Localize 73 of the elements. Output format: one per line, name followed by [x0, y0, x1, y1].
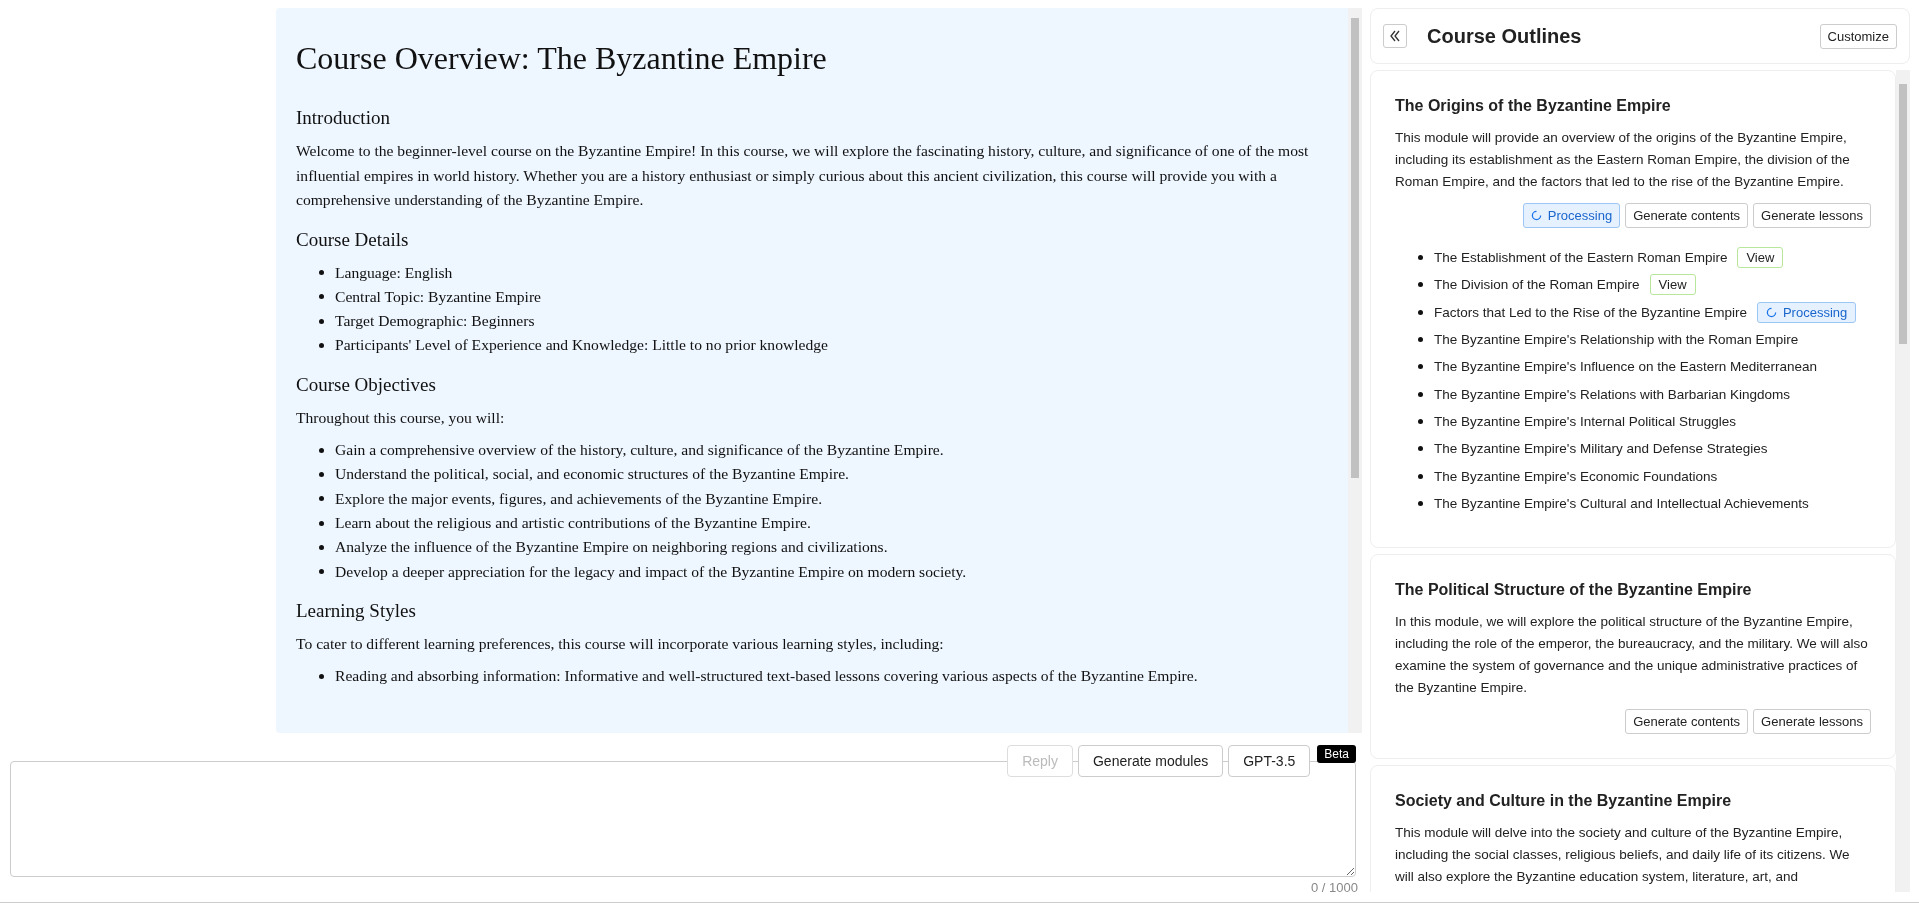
lesson-title: The Byzantine Empire's Internal Political Struggles	[1434, 413, 1736, 429]
paragraph: To cater to different learning preferences, this course will incorporate various learning styles, including:	[296, 633, 945, 654]
bullet-icon	[1418, 418, 1423, 424]
paragraph: Throughout this course, you will:	[296, 407, 506, 428]
generate-button[interactable]: Generate lessons	[1753, 708, 1871, 734]
view-button[interactable]: View	[1649, 274, 1696, 296]
list-item: Learn about the religious and artistic contributions of the Byzantine Empire.	[335, 513, 811, 534]
bullet-icon	[319, 343, 324, 349]
bullet-icon	[319, 569, 324, 575]
panel-title: Course Outlines	[1427, 24, 1583, 48]
bullet-icon	[1418, 364, 1423, 370]
bullet-icon	[319, 270, 324, 276]
bullet-icon	[1418, 446, 1423, 452]
lesson-title: Factors that Led to the Rise of the Byzantine Empire	[1434, 304, 1747, 320]
list-item: Central Topic: Byzantine Empire	[335, 286, 542, 307]
generate-button[interactable]: Generate contents	[1625, 708, 1749, 734]
list-item: Analyze the influence of the Byzantine Empire on neighboring regions and civilizations.	[335, 537, 888, 558]
paragraph: Welcome to the beginner-level course on the Byzantine Empire! In this course, we will explore the fascinating history, culture, and significance of one of the most influential empires in world history. Whether you are a history enthusiast or simply curious about this ancient civilization, this course will provide you with a comprehensive understanding of the Byzantine Empire.	[296, 141, 1310, 210]
spinner-icon	[1765, 306, 1777, 318]
section-heading: Introduction	[296, 107, 391, 129]
list-item: Understand the political, social, and economic structures of the Byzantine Empire.	[335, 464, 849, 485]
list-item: Explore the major events, figures, and achievements of the Byzantine Empire.	[335, 488, 823, 509]
bullet-icon	[319, 520, 324, 526]
module-title: The Political Structure of the Byzantine Empire	[1395, 580, 1753, 599]
lesson-title: The Byzantine Empire's Relations with Barbarian Kingdoms	[1434, 386, 1790, 402]
processing-button[interactable]: Processing	[1756, 301, 1857, 323]
generate-button[interactable]: Generate contents	[1625, 203, 1749, 228]
list-item: Develop a deeper appreciation for the legacy and impact of the Byzantine Empire on modern society.	[335, 561, 967, 582]
bullet-icon	[319, 472, 324, 478]
bullet-icon	[319, 447, 324, 453]
bullet-icon	[319, 318, 324, 324]
bullet-icon	[1418, 391, 1423, 397]
module-description: This module will delve into the society and culture of the Byzantine Empire, including the social classes, religious beliefs, and daily life of its citizens. We will also explore the Byzantine education system, literature, art, and	[1395, 823, 1851, 886]
section-heading: Course Details	[296, 228, 410, 251]
list-item: Language: English	[335, 262, 453, 283]
list-item: Reading and absorbing information: Informative and well-structured text-based lessons covering various aspects of the Byzantine Empire.	[335, 666, 1198, 687]
lesson-title: The Byzantine Empire's Economic Foundations	[1434, 468, 1718, 484]
lesson-title: The Byzantine Empire's Relationship with the Roman Empire	[1434, 332, 1799, 348]
section-heading: Course Objectives	[296, 373, 437, 396]
bullet-icon	[319, 545, 324, 550]
processing-button[interactable]: Processing	[1522, 203, 1621, 228]
module-description: In this module, we will explore the political structure of the Byzantine Empire, including the role of the emperor, the bureaucracy, and the military. We will also examine the system of governance and the unique administrative practices of the Byzantine Empire.	[1395, 612, 1869, 697]
generate-button[interactable]: Generate lessons	[1753, 203, 1871, 228]
scrollbar[interactable]	[1896, 70, 1910, 892]
list-item: Participants' Level of Experience and Knowledge: Little to no prior knowledge	[335, 335, 828, 356]
list-item: Gain a comprehensive overview of the history, culture, and significance of the Byzantine Empire.	[335, 440, 944, 461]
bullet-icon	[1418, 309, 1423, 315]
module-title: Society and Culture in the Byzantine Empire	[1395, 791, 1733, 810]
bullet-icon	[319, 294, 324, 300]
lesson-title: The Byzantine Empire's Cultural and Intellectual Achievements	[1434, 495, 1809, 511]
scrollbar[interactable]	[1348, 8, 1362, 733]
collapse-button[interactable]	[1383, 24, 1407, 48]
lesson-title: The Byzantine Empire's Military and Defense Strategies	[1434, 441, 1768, 457]
document-title: Course Overview: The Byzantine Empire	[296, 40, 828, 77]
character-counter: 0 / 1000	[1310, 880, 1358, 895]
view-button[interactable]: View	[1737, 247, 1784, 269]
lesson-title: The Byzantine Empire's Influence on the Eastern Mediterranean	[1434, 359, 1818, 375]
lesson-title: The Establishment of the Eastern Roman Empire	[1434, 250, 1728, 266]
bullet-icon	[1418, 500, 1423, 506]
spinner-icon	[1530, 210, 1542, 221]
bullet-icon	[1418, 473, 1423, 479]
customize-button[interactable]: Customize	[1819, 23, 1897, 49]
module-title: The Origins of the Byzantine Empire	[1395, 97, 1672, 115]
module-description: This module will provide an overview of the origins of the Byzantine Empire, including its establishment as the Eastern Roman Empire, the division of the Roman Empire, and the factors that led to the rise of the Byzantine Empire.	[1395, 129, 1851, 191]
bullet-icon	[1418, 255, 1423, 261]
bullet-icon	[319, 674, 324, 680]
list-item: Target Demographic: Beginners	[335, 311, 535, 332]
bullet-icon	[319, 496, 324, 502]
bullet-icon	[1418, 282, 1423, 288]
double-chevron-left-icon	[1388, 29, 1402, 43]
section-heading: Learning Styles	[296, 599, 417, 622]
bullet-icon	[1418, 337, 1423, 343]
lesson-title: The Division of the Roman Empire	[1434, 277, 1640, 293]
